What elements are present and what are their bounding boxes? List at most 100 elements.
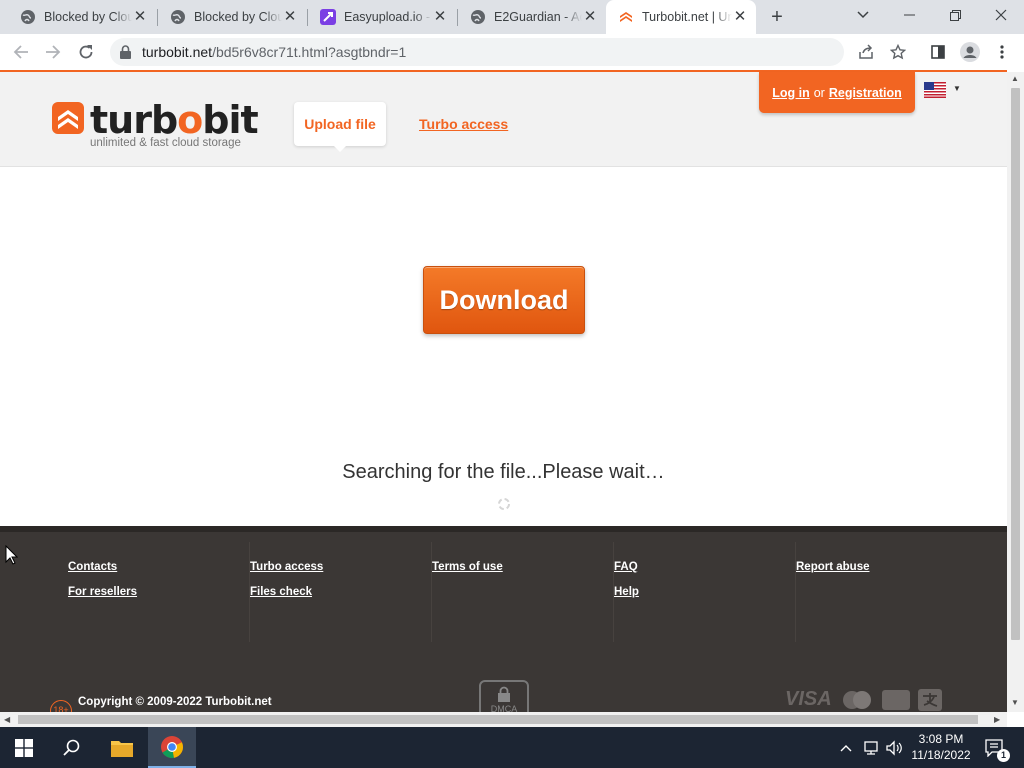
for-resellers-link[interactable]: For resellers xyxy=(68,586,137,598)
footer-column-1: Contacts For resellers xyxy=(68,542,250,642)
globe-icon xyxy=(170,9,186,25)
loading-spinner-icon xyxy=(498,498,510,510)
close-icon[interactable]: ✕ xyxy=(132,9,148,25)
footer-column-2: Turbo access Files check xyxy=(250,542,432,642)
reload-icon[interactable] xyxy=(74,40,98,64)
alipay-icon xyxy=(917,688,942,711)
tab-title: Turbobit.net | Unlimited xyxy=(642,10,732,24)
mouse-cursor-icon xyxy=(5,545,18,565)
logo-text-o: o xyxy=(177,98,203,142)
scroll-down-arrow-icon[interactable]: ▼ xyxy=(1011,698,1019,707)
chrome-taskbar-icon[interactable] xyxy=(148,727,196,768)
vertical-scroll-thumb[interactable] xyxy=(1011,88,1020,640)
tab-title: Blocked by Cloudflare xyxy=(44,10,132,24)
login-link[interactable]: Log in xyxy=(772,86,810,100)
show-hidden-icons-chevron-icon[interactable] xyxy=(836,727,856,768)
site-footer: Contacts For resellers Turbo access File… xyxy=(0,526,1007,722)
scroll-up-arrow-icon[interactable]: ▲ xyxy=(1011,74,1019,83)
us-flag-icon[interactable] xyxy=(924,82,946,98)
language-caret-icon[interactable]: ▼ xyxy=(953,84,961,93)
profile-avatar-icon[interactable] xyxy=(958,40,982,64)
horizontal-scroll-thumb[interactable] xyxy=(18,715,978,724)
visa-icon: VISA xyxy=(785,688,832,710)
payment-methods: VISA xyxy=(785,688,942,711)
tab-4[interactable]: E2Guardian - Access Denied ✕ xyxy=(458,0,606,34)
notification-center-icon[interactable]: 1 xyxy=(980,727,1010,768)
login-box: Log in or Registration xyxy=(759,72,915,113)
network-icon[interactable] xyxy=(860,727,882,768)
tab-2[interactable]: Blocked by Cloudflare ✕ xyxy=(158,0,306,34)
footer-column-5: Report abuse xyxy=(796,542,978,642)
or-text: or xyxy=(813,85,825,100)
star-icon[interactable] xyxy=(886,40,910,64)
side-panel-icon[interactable] xyxy=(926,40,950,64)
forward-arrow-icon[interactable] xyxy=(41,40,65,64)
share-icon[interactable] xyxy=(854,40,878,64)
restore-icon[interactable] xyxy=(932,0,978,30)
tab-1[interactable]: Blocked by Cloudflare ✕ xyxy=(8,0,156,34)
footer-column-4: FAQ Help xyxy=(614,542,796,642)
copyright-text: Copyright © 2009-2022 Turbobit.net xyxy=(78,696,272,708)
report-abuse-link[interactable]: Report abuse xyxy=(796,561,870,573)
lock-icon[interactable] xyxy=(120,45,131,64)
logo-tagline: unlimited & fast cloud storage xyxy=(90,137,241,149)
clock-time: 3:08 PM xyxy=(918,732,964,746)
menu-kebab-icon[interactable] xyxy=(990,40,1014,64)
jcb-icon xyxy=(881,689,910,710)
turbobit-logo-icon xyxy=(52,102,84,134)
window-close-icon[interactable] xyxy=(978,0,1024,30)
tab-search-chevron-icon[interactable] xyxy=(840,0,886,30)
tab-strip: Blocked by Cloudflare ✕ Blocked by Cloud… xyxy=(0,0,1024,34)
notification-count-badge: 1 xyxy=(997,749,1010,762)
turbobit-icon xyxy=(618,9,634,25)
url-host: turbobit.net xyxy=(142,44,213,60)
tab-title: Blocked by Cloudflare xyxy=(194,10,282,24)
download-button[interactable]: Download xyxy=(423,266,585,334)
close-icon[interactable]: ✕ xyxy=(282,9,298,25)
files-check-link[interactable]: Files check xyxy=(250,586,312,598)
upload-file-button[interactable]: Upload file xyxy=(294,102,386,152)
close-icon[interactable]: ✕ xyxy=(432,9,448,25)
system-clock[interactable]: 3:08 PM 11/18/2022 xyxy=(906,731,976,763)
windows-start-icon[interactable] xyxy=(0,727,48,768)
search-icon[interactable] xyxy=(48,727,96,768)
new-tab-icon[interactable]: + xyxy=(766,5,788,29)
footer-column-3: Terms of use xyxy=(432,542,614,642)
close-icon[interactable]: ✕ xyxy=(582,9,598,25)
logo-text-part: bit xyxy=(202,98,258,142)
mastercard-icon xyxy=(842,690,871,709)
scroll-right-arrow-icon[interactable]: ▶ xyxy=(994,715,1000,724)
back-arrow-icon[interactable] xyxy=(9,40,33,64)
tab-title: Easyupload.io - Upload xyxy=(344,10,432,24)
file-explorer-icon[interactable] xyxy=(98,727,146,768)
globe-icon xyxy=(20,9,36,25)
registration-link[interactable]: Registration xyxy=(829,86,902,100)
lock-icon xyxy=(498,686,510,702)
easyupload-icon xyxy=(320,9,336,25)
minimize-icon[interactable] xyxy=(886,0,932,30)
logo-wordmark: turbobit xyxy=(90,98,259,142)
tab-5-active[interactable]: Turbobit.net | Unlimited ✕ xyxy=(606,0,756,34)
close-icon[interactable]: ✕ xyxy=(732,9,748,25)
footer-turbo-access-link[interactable]: Turbo access xyxy=(250,561,323,573)
faq-link[interactable]: FAQ xyxy=(614,561,638,573)
windows-taskbar: 3:08 PM 11/18/2022 1 xyxy=(0,727,1024,768)
contacts-link[interactable]: Contacts xyxy=(68,561,117,573)
site-header: turbobit unlimited & fast cloud storage … xyxy=(0,72,1007,167)
status-text: Searching for the file...Please wait… xyxy=(342,461,665,483)
url-text: turbobit.net/bd5r6v8cr71t.html?asgtbndr=… xyxy=(142,44,406,60)
turbo-access-link[interactable]: Turbo access xyxy=(419,116,508,132)
url-path: /bd5r6v8cr71t.html?asgtbndr=1 xyxy=(212,44,407,60)
logo-text-part: turb xyxy=(90,98,178,142)
volume-icon[interactable] xyxy=(883,727,905,768)
scroll-left-arrow-icon[interactable]: ◀ xyxy=(4,715,10,724)
browser-toolbar: turbobit.net/bd5r6v8cr71t.html?asgtbndr=… xyxy=(0,34,1024,70)
browser-window: Blocked by Cloudflare ✕ Blocked by Cloud… xyxy=(0,0,1024,768)
terms-of-use-link[interactable]: Terms of use xyxy=(432,561,503,573)
tab-title: E2Guardian - Access Denied xyxy=(494,10,582,24)
address-bar[interactable]: turbobit.net/bd5r6v8cr71t.html?asgtbndr=… xyxy=(110,38,844,66)
help-link[interactable]: Help xyxy=(614,586,639,598)
tab-3[interactable]: Easyupload.io - Upload ✕ xyxy=(308,0,456,34)
globe-icon xyxy=(470,9,486,25)
clock-date: 11/18/2022 xyxy=(911,748,971,762)
